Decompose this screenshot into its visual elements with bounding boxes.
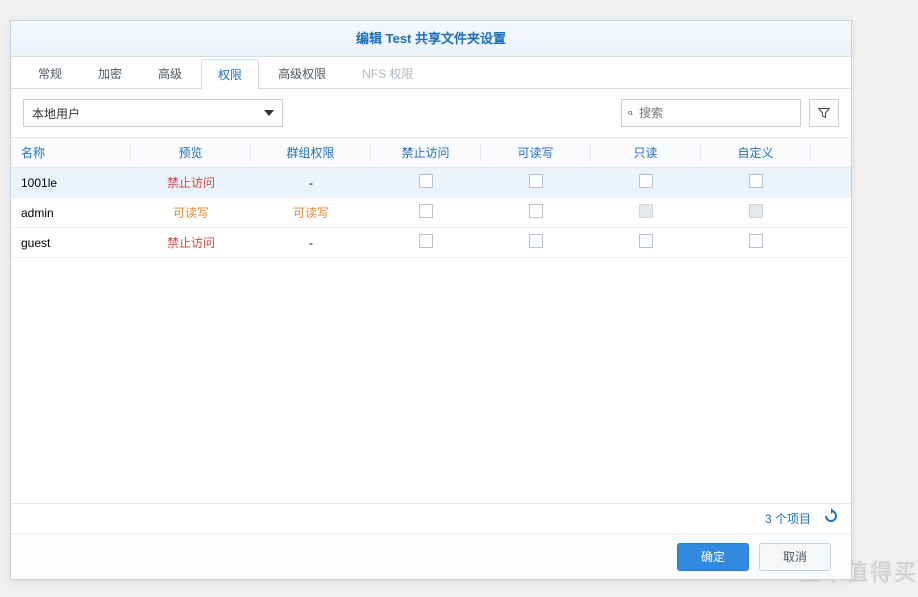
dialog-footer: 确定 取消 [11,533,851,579]
custom-checkbox[interactable] [749,174,763,188]
cell-group-perm: - [251,236,371,250]
table-row[interactable]: 1001le禁止访问- [11,168,851,198]
rw-checkbox[interactable] [529,174,543,188]
search-icon [628,106,633,120]
col-deny[interactable]: 禁止访问 [371,144,481,161]
edit-shared-folder-dialog: 编辑 Test 共享文件夹设置 常规 加密 高级 权限 高级权限 NFS 权限 … [10,20,852,580]
cell-name: 1001le [11,176,131,190]
cell-name: admin [11,206,131,220]
table-header: 名称 预览 群组权限 禁止访问 可读写 只读 自定义 [11,138,851,168]
tab-encryption[interactable]: 加密 [81,58,139,88]
table-row[interactable]: guest禁止访问- [11,228,851,258]
filter-button[interactable] [809,99,839,127]
rw-cell [481,174,591,191]
col-name[interactable]: 名称 [11,144,131,161]
tab-permissions[interactable]: 权限 [201,59,259,89]
deny-checkbox[interactable] [419,204,433,218]
rw-checkbox[interactable] [529,204,543,218]
cell-preview: 可读写 [131,204,251,221]
item-count: 3 个项目 [765,510,811,527]
ro-cell [591,234,701,251]
tab-general[interactable]: 常规 [21,58,79,88]
tab-advanced[interactable]: 高级 [141,58,199,88]
deny-checkbox[interactable] [419,234,433,248]
cell-group-perm: - [251,176,371,190]
custom-checkbox[interactable] [749,234,763,248]
custom-cell [701,204,811,221]
permissions-table: 名称 预览 群组权限 禁止访问 可读写 只读 自定义 1001le禁止访问-ad… [11,137,851,503]
custom-cell [701,174,811,191]
table-body: 1001le禁止访问-admin可读写可读写guest禁止访问- [11,168,851,258]
col-group-perm[interactable]: 群组权限 [251,144,371,161]
ro-checkbox[interactable] [639,174,653,188]
rw-cell [481,234,591,251]
cell-preview: 禁止访问 [131,234,251,251]
tab-advanced-permissions[interactable]: 高级权限 [261,58,343,88]
deny-checkbox[interactable] [419,174,433,188]
ro-checkbox [639,204,653,218]
custom-checkbox [749,204,763,218]
tab-nfs-permissions: NFS 权限 [345,58,430,88]
rw-cell [481,204,591,221]
rw-checkbox[interactable] [529,234,543,248]
user-type-value: 本地用户 [32,105,80,122]
cell-group-perm: 可读写 [251,204,371,221]
cell-name: guest [11,236,131,250]
search-box[interactable] [621,99,801,127]
table-row[interactable]: admin可读写可读写 [11,198,851,228]
col-rw[interactable]: 可读写 [481,144,591,161]
cell-preview: 禁止访问 [131,174,251,191]
refresh-button[interactable] [823,508,839,529]
col-custom[interactable]: 自定义 [701,144,811,161]
user-type-select[interactable]: 本地用户 [23,99,283,127]
col-ro[interactable]: 只读 [591,144,701,161]
search-input[interactable] [639,106,794,120]
toolbar: 本地用户 [11,89,851,137]
status-bar: 3 个项目 [11,503,851,533]
ro-cell [591,174,701,191]
chevron-down-icon [264,110,274,116]
deny-cell [371,174,481,191]
col-preview[interactable]: 预览 [131,144,251,161]
deny-cell [371,204,481,221]
ok-button[interactable]: 确定 [677,543,749,571]
tabs-bar: 常规 加密 高级 权限 高级权限 NFS 权限 [11,57,851,89]
deny-cell [371,234,481,251]
refresh-icon [823,508,839,524]
filter-icon [818,107,830,119]
cancel-button[interactable]: 取消 [759,543,831,571]
ro-checkbox[interactable] [639,234,653,248]
dialog-title: 编辑 Test 共享文件夹设置 [11,21,851,57]
custom-cell [701,234,811,251]
ro-cell [591,204,701,221]
